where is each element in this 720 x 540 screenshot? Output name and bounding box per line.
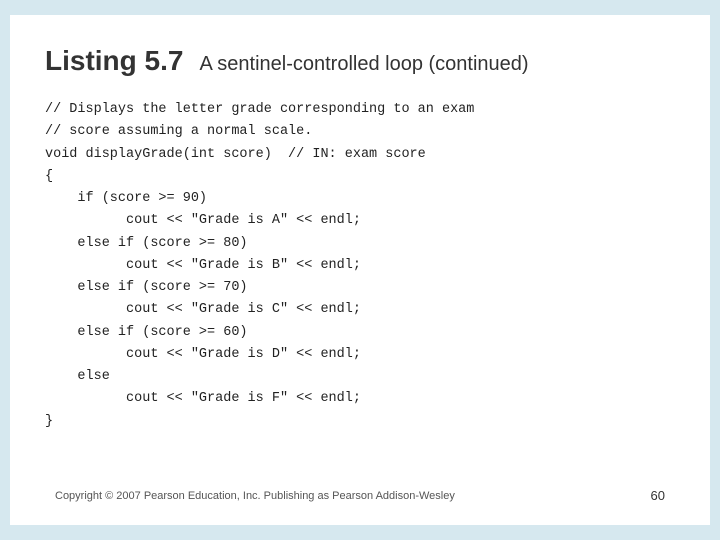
listing-title: Listing 5.7 [45,45,183,77]
footer-copyright: Copyright © 2007 Pearson Education, Inc.… [55,490,455,502]
listing-subtitle: A sentinel-controlled loop (continued) [199,53,528,76]
title-row: Listing 5.7 A sentinel-controlled loop (… [45,45,675,77]
slide: Listing 5.7 A sentinel-controlled loop (… [10,15,710,525]
footer: Copyright © 2007 Pearson Education, Inc.… [55,488,665,503]
code-block: // Displays the letter grade correspondi… [45,99,675,433]
footer-page-number: 60 [651,488,665,503]
code-content: // Displays the letter grade correspondi… [45,102,474,429]
